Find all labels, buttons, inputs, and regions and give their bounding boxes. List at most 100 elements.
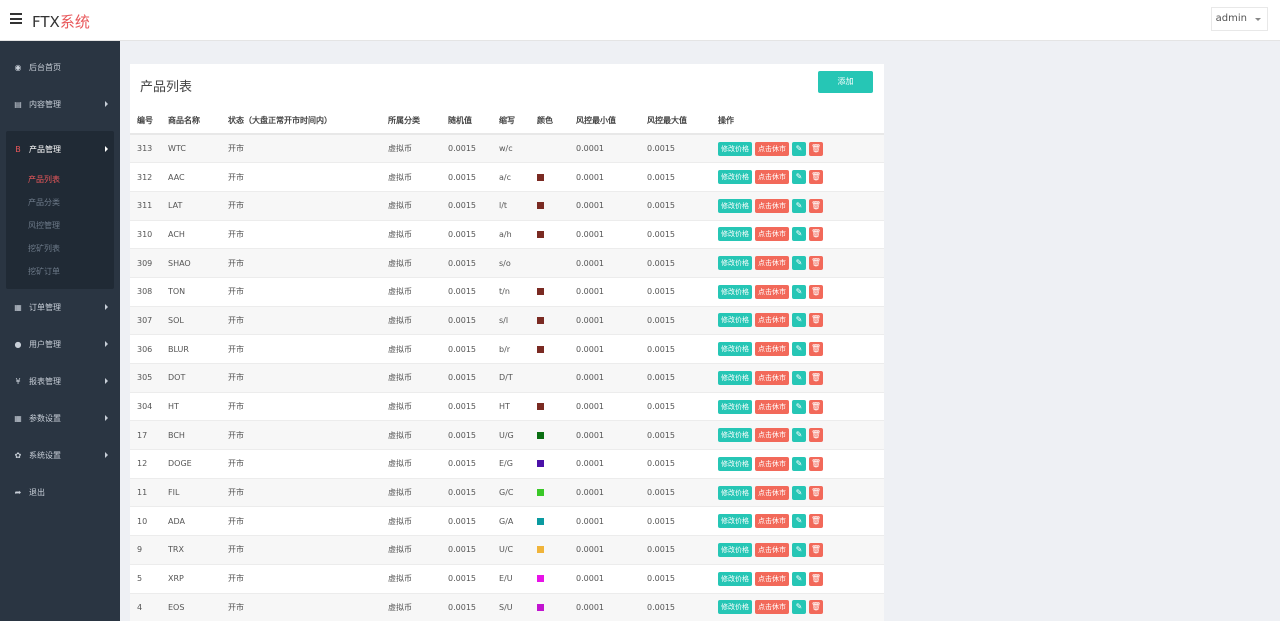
close-market-button[interactable]: 点击休市 — [755, 571, 789, 586]
edit-price-button[interactable]: 修改价格 — [718, 141, 752, 156]
edit-pencil-icon[interactable]: ✎ — [792, 284, 806, 299]
edit-price-button[interactable]: 修改价格 — [718, 313, 752, 328]
close-market-button[interactable]: 点击休市 — [755, 370, 789, 385]
delete-trash-icon[interactable]: 🗑 — [809, 542, 823, 557]
delete-trash-icon[interactable]: 🗑 — [809, 284, 823, 299]
edit-price-button[interactable]: 修改价格 — [718, 227, 752, 242]
sidebar-item-bitcoin[interactable]: B 产品管理 — [6, 131, 114, 168]
close-market-button[interactable]: 点击休市 — [755, 284, 789, 299]
close-market-button[interactable]: 点击休市 — [755, 600, 789, 615]
cell-color — [537, 334, 576, 364]
cell-category: 虚拟币 — [388, 420, 448, 451]
edit-pencil-icon[interactable]: ✎ — [792, 370, 806, 385]
edit-price-button[interactable]: 修改价格 — [718, 600, 752, 615]
edit-pencil-icon[interactable]: ✎ — [792, 198, 806, 213]
close-market-button[interactable]: 点击休市 — [755, 485, 789, 500]
add-product-button[interactable]: 添加 — [818, 71, 873, 93]
close-market-button[interactable]: 点击休市 — [755, 399, 789, 414]
delete-trash-icon[interactable]: 🗑 — [809, 170, 823, 185]
edit-pencil-icon[interactable]: ✎ — [792, 227, 806, 242]
delete-trash-icon[interactable]: 🗑 — [809, 342, 823, 357]
close-market-button[interactable]: 点击休市 — [755, 456, 789, 471]
edit-price-button[interactable]: 修改价格 — [718, 256, 752, 271]
sidebar-subitem[interactable]: 产品分类 — [6, 191, 114, 214]
delete-trash-icon[interactable]: 🗑 — [809, 141, 823, 156]
cell-name: DOT — [168, 363, 228, 393]
cell-color — [537, 162, 576, 192]
edit-pencil-icon[interactable]: ✎ — [792, 456, 806, 471]
edit-pencil-icon[interactable]: ✎ — [792, 428, 806, 443]
user-dropdown[interactable]: admin — [1210, 7, 1268, 31]
edit-price-button[interactable]: 修改价格 — [718, 514, 752, 529]
table-row: 311 LAT 开市 虚拟币 0.0015 l/t 0.0001 0.0015 修改价格 点击休市… — [130, 191, 884, 221]
sidebar-item-cogs[interactable]: ✿ 系统设置 — [0, 437, 120, 474]
chevron-right-icon — [105, 304, 108, 310]
edit-price-button[interactable]: 修改价格 — [718, 571, 752, 586]
close-market-button[interactable]: 点击休市 — [755, 227, 789, 242]
edit-price-button[interactable]: 修改价格 — [718, 370, 752, 385]
edit-pencil-icon[interactable]: ✎ — [792, 256, 806, 271]
close-market-button[interactable]: 点击休市 — [755, 141, 789, 156]
sidebar-subitem[interactable]: 挖矿订单 — [6, 260, 114, 283]
edit-price-button[interactable]: 修改价格 — [718, 342, 752, 357]
close-market-button[interactable]: 点击休市 — [755, 514, 789, 529]
edit-price-button[interactable]: 修改价格 — [718, 399, 752, 414]
close-market-button[interactable]: 点击休市 — [755, 170, 789, 185]
edit-pencil-icon[interactable]: ✎ — [792, 514, 806, 529]
delete-trash-icon[interactable]: 🗑 — [809, 399, 823, 414]
hamburger-menu-icon[interactable] — [10, 13, 22, 24]
dashboard-icon: ◉ — [14, 62, 22, 72]
close-market-button[interactable]: 点击休市 — [755, 198, 789, 213]
edit-pencil-icon[interactable]: ✎ — [792, 141, 806, 156]
sidebar-subitem[interactable]: 产品列表 — [6, 168, 114, 191]
delete-trash-icon[interactable]: 🗑 — [809, 600, 823, 615]
delete-trash-icon[interactable]: 🗑 — [809, 514, 823, 529]
sidebar-item-content[interactable]: ▤ 内容管理 — [0, 86, 120, 123]
close-market-button[interactable]: 点击休市 — [755, 256, 789, 271]
close-market-button[interactable]: 点击休市 — [755, 428, 789, 443]
delete-trash-icon[interactable]: 🗑 — [809, 256, 823, 271]
cell-color — [537, 220, 576, 250]
cell-status: 开市 — [228, 191, 388, 221]
sidebar-item-user[interactable]: ● 用户管理 — [0, 326, 120, 363]
edit-price-button[interactable]: 修改价格 — [718, 428, 752, 443]
sidebar-item-order[interactable]: ▦ 订单管理 — [0, 289, 120, 326]
delete-trash-icon[interactable]: 🗑 — [809, 571, 823, 586]
edit-pencil-icon[interactable]: ✎ — [792, 399, 806, 414]
table-row: 17 BCH 开市 虚拟币 0.0015 U/G 0.0001 0.0015 修改价格 点击休市 ✎… — [130, 420, 884, 451]
edit-price-button[interactable]: 修改价格 — [718, 542, 752, 557]
edit-price-button[interactable]: 修改价格 — [718, 456, 752, 471]
sidebar-subitem[interactable]: 挖矿列表 — [6, 237, 114, 260]
cell-random: 0.0015 — [448, 162, 499, 192]
sidebar-item-settings[interactable]: ▦ 参数设置 — [0, 400, 120, 437]
delete-trash-icon[interactable]: 🗑 — [809, 456, 823, 471]
delete-trash-icon[interactable]: 🗑 — [809, 428, 823, 443]
sidebar-item-dashboard[interactable]: ◉ 后台首页 — [0, 49, 120, 86]
close-market-button[interactable]: 点击休市 — [755, 542, 789, 557]
edit-pencil-icon[interactable]: ✎ — [792, 170, 806, 185]
sidebar-item-yen[interactable]: ¥ 报表管理 — [0, 363, 120, 400]
delete-trash-icon[interactable]: 🗑 — [809, 313, 823, 328]
edit-pencil-icon[interactable]: ✎ — [792, 342, 806, 357]
cell-actions: 修改价格 点击休市 ✎ 🗑 — [718, 220, 884, 250]
edit-price-button[interactable]: 修改价格 — [718, 170, 752, 185]
close-market-button[interactable]: 点击休市 — [755, 342, 789, 357]
sidebar-subitem[interactable]: 风控管理 — [6, 214, 114, 237]
cell-abbr: U/G — [499, 420, 537, 451]
edit-pencil-icon[interactable]: ✎ — [792, 313, 806, 328]
edit-pencil-icon[interactable]: ✎ — [792, 600, 806, 615]
edit-price-button[interactable]: 修改价格 — [718, 284, 752, 299]
delete-trash-icon[interactable]: 🗑 — [809, 198, 823, 213]
edit-pencil-icon[interactable]: ✎ — [792, 571, 806, 586]
edit-pencil-icon[interactable]: ✎ — [792, 485, 806, 500]
close-market-button[interactable]: 点击休市 — [755, 313, 789, 328]
cell-id: 10 — [130, 506, 168, 537]
delete-trash-icon[interactable]: 🗑 — [809, 370, 823, 385]
edit-price-button[interactable]: 修改价格 — [718, 198, 752, 213]
edit-pencil-icon[interactable]: ✎ — [792, 542, 806, 557]
delete-trash-icon[interactable]: 🗑 — [809, 485, 823, 500]
cell-abbr: E/U — [499, 564, 537, 594]
delete-trash-icon[interactable]: 🗑 — [809, 227, 823, 242]
sidebar-item-logout[interactable]: ➦ 退出 — [0, 474, 120, 511]
edit-price-button[interactable]: 修改价格 — [718, 485, 752, 500]
